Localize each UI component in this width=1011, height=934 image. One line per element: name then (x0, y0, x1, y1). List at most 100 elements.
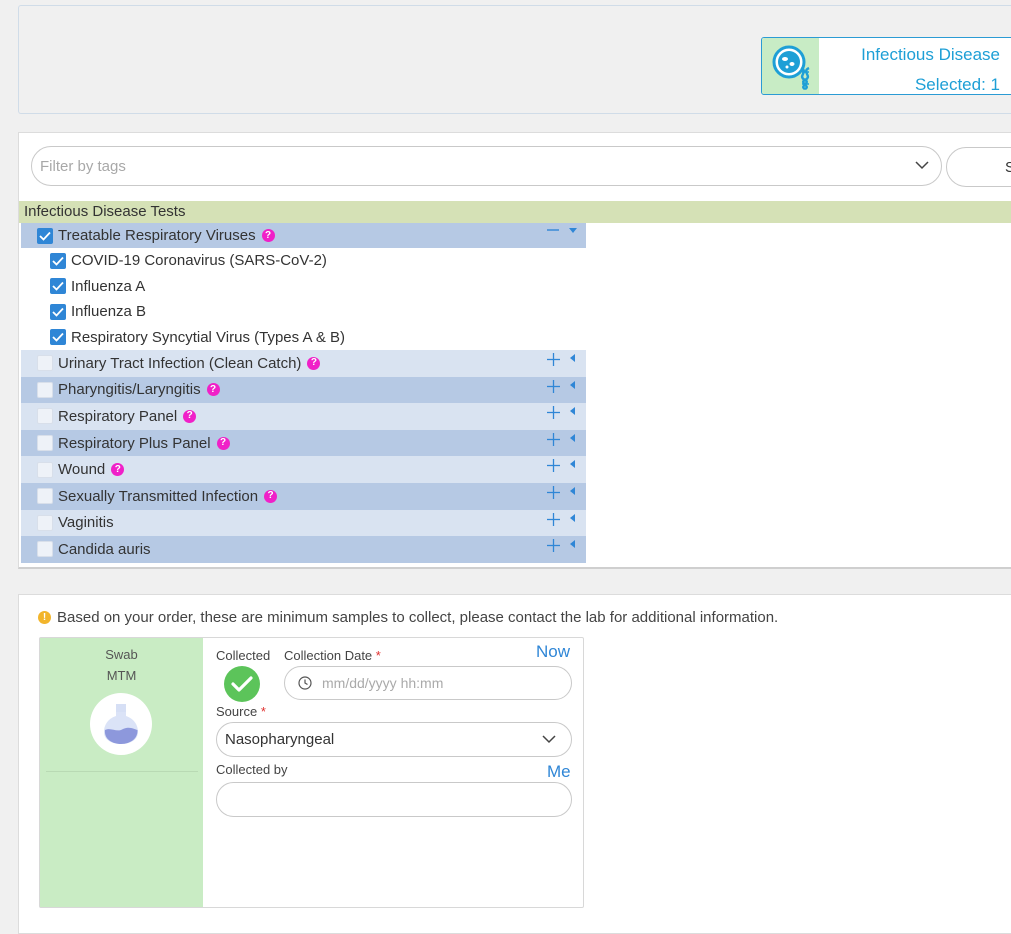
checkbox-checked[interactable] (50, 278, 66, 295)
checkbox-unchecked[interactable] (37, 408, 53, 425)
test-item-row[interactable]: COVID-19 Coronavirus (SARS-CoV-2) (21, 248, 586, 274)
caret-left-icon[interactable] (568, 513, 578, 523)
caret-left-icon[interactable] (568, 406, 578, 416)
test-group-row[interactable]: Vaginitis (21, 509, 586, 537)
test-group-label: Wound (58, 461, 106, 479)
category-card-selected-count: Selected: 1 (914, 75, 1000, 94)
collected-by-label: Collected by (216, 762, 288, 777)
checkbox-unchecked[interactable] (37, 381, 53, 398)
expand-plus-icon[interactable] (547, 459, 560, 473)
test-group-row[interactable]: Respiratory Panel ? (21, 403, 586, 430)
caret-left-icon[interactable] (568, 380, 578, 390)
expand-plus-icon[interactable] (547, 485, 560, 499)
collection-date-label-text: Collection Date (284, 648, 373, 663)
help-icon[interactable]: ? (216, 436, 230, 450)
caret-left-icon[interactable] (568, 539, 578, 549)
expand-plus-icon[interactable] (547, 539, 560, 553)
category-panel: Infectious Disease Selected: 1 (18, 5, 1011, 114)
help-icon[interactable]: ? (183, 409, 197, 423)
tag-filter-placeholder: Filter by tags (40, 157, 126, 175)
checkbox-unchecked[interactable] (37, 435, 53, 452)
collection-date-label: Collection Date * (284, 648, 381, 663)
test-group-label: Vaginitis (58, 514, 114, 532)
side-action-button[interactable]: S (946, 147, 1011, 187)
test-group-label: Respiratory Panel (58, 407, 178, 425)
source-select[interactable]: Nasopharyngeal (216, 722, 572, 757)
category-card-title: Infectious Disease (861, 45, 1000, 64)
checkbox-unchecked[interactable] (37, 355, 53, 372)
now-link[interactable]: Now (536, 642, 570, 662)
source-label: Source * (216, 704, 266, 719)
test-group-row[interactable]: Pharyngitis/Laryngitis ? (21, 376, 586, 404)
test-item-row[interactable]: Respiratory Syncytial Virus (Types A & B… (21, 324, 586, 350)
help-icon[interactable]: ? (264, 489, 278, 503)
checkbox-unchecked[interactable] (37, 461, 53, 478)
bacteria-dna-icon (762, 38, 819, 94)
side-action-button-label: S (1005, 159, 1011, 176)
caret-left-icon[interactable] (568, 353, 578, 363)
test-item-row[interactable]: Influenza B (21, 299, 586, 325)
sample-notice: ! Based on your order, these are minimum… (38, 609, 778, 626)
expand-plus-icon[interactable] (547, 379, 560, 393)
tests-panel: Filter by tags S Infectious Disease Test… (18, 132, 1011, 569)
checkbox-checked[interactable] (50, 303, 66, 320)
collected-by-input[interactable] (216, 782, 572, 817)
checkbox-unchecked[interactable] (37, 488, 53, 505)
collapse-icon[interactable] (546, 226, 560, 236)
sample-card: Swab MTM Collected Collection Date * Now (39, 637, 584, 908)
help-icon[interactable]: ? (206, 383, 220, 397)
chevron-down-icon[interactable] (915, 157, 929, 175)
test-group-row[interactable]: Respiratory Plus Panel ? (21, 429, 586, 457)
collected-check-icon[interactable] (224, 666, 260, 702)
test-item-label: Influenza B (71, 303, 147, 321)
required-mark: * (375, 648, 381, 663)
expand-plus-icon[interactable] (547, 432, 560, 446)
clock-icon (298, 676, 312, 690)
flask-icon (90, 693, 152, 755)
caret-left-icon[interactable] (568, 433, 578, 443)
test-group-row[interactable]: Sexually Transmitted Infection ? (21, 482, 586, 510)
sample-side-divider (46, 771, 198, 772)
help-icon[interactable]: ? (261, 229, 275, 242)
caret-down-icon[interactable] (568, 226, 578, 236)
test-group-label: Candida auris (58, 540, 151, 558)
test-tree: Treatable Respiratory Viruses ? COVID-19… (21, 223, 586, 563)
tag-filter-input[interactable]: Filter by tags (31, 146, 942, 186)
test-group-label: Urinary Tract Infection (Clean Catch) (58, 354, 302, 372)
test-group-row[interactable]: Treatable Respiratory Viruses ? (21, 223, 586, 248)
checkbox-unchecked[interactable] (37, 514, 53, 531)
checkbox-checked[interactable] (50, 252, 66, 269)
sample-type-line1: Swab (105, 647, 138, 662)
me-link[interactable]: Me (547, 762, 571, 782)
test-group-row[interactable]: Candida auris (21, 536, 586, 563)
test-group-row[interactable]: Wound ? (21, 456, 586, 483)
chevron-down-icon (542, 735, 556, 744)
samples-panel: ! Based on your order, these are minimum… (18, 594, 1011, 934)
caret-left-icon[interactable] (568, 459, 578, 469)
section-header: Infectious Disease Tests (19, 201, 1011, 223)
sample-type-line2: MTM (106, 668, 137, 683)
expand-plus-icon[interactable] (547, 512, 560, 526)
source-select-value: Nasopharyngeal (225, 731, 335, 748)
expand-plus-icon[interactable] (547, 406, 560, 420)
test-group-row[interactable]: Urinary Tract Infection (Clean Catch) ? (21, 350, 586, 377)
checkbox-checked[interactable] (37, 227, 53, 244)
help-icon[interactable]: ? (307, 356, 321, 370)
caret-left-icon[interactable] (568, 486, 578, 496)
collected-label: Collected (216, 648, 271, 663)
warning-icon: ! (38, 611, 51, 624)
help-icon[interactable]: ? (111, 463, 125, 477)
expand-plus-icon[interactable] (547, 353, 560, 366)
sample-notice-text: Based on your order, these are minimum s… (57, 609, 779, 626)
checkbox-checked[interactable] (50, 329, 66, 346)
collection-date-placeholder: mm/dd/yyyy hh:mm (322, 675, 444, 691)
category-card-infectious-disease[interactable]: Infectious Disease Selected: 1 (761, 37, 1011, 95)
required-mark: * (260, 704, 266, 719)
sample-type-panel: Swab MTM (40, 638, 203, 907)
test-group-label: Respiratory Plus Panel (58, 434, 211, 452)
test-item-label: COVID-19 Coronavirus (SARS-CoV-2) (71, 252, 327, 270)
collection-date-input[interactable]: mm/dd/yyyy hh:mm (284, 666, 572, 700)
test-item-row[interactable]: Influenza A (21, 273, 586, 299)
checkbox-unchecked[interactable] (37, 541, 53, 558)
test-item-label: Respiratory Syncytial Virus (Types A & B… (71, 328, 345, 346)
